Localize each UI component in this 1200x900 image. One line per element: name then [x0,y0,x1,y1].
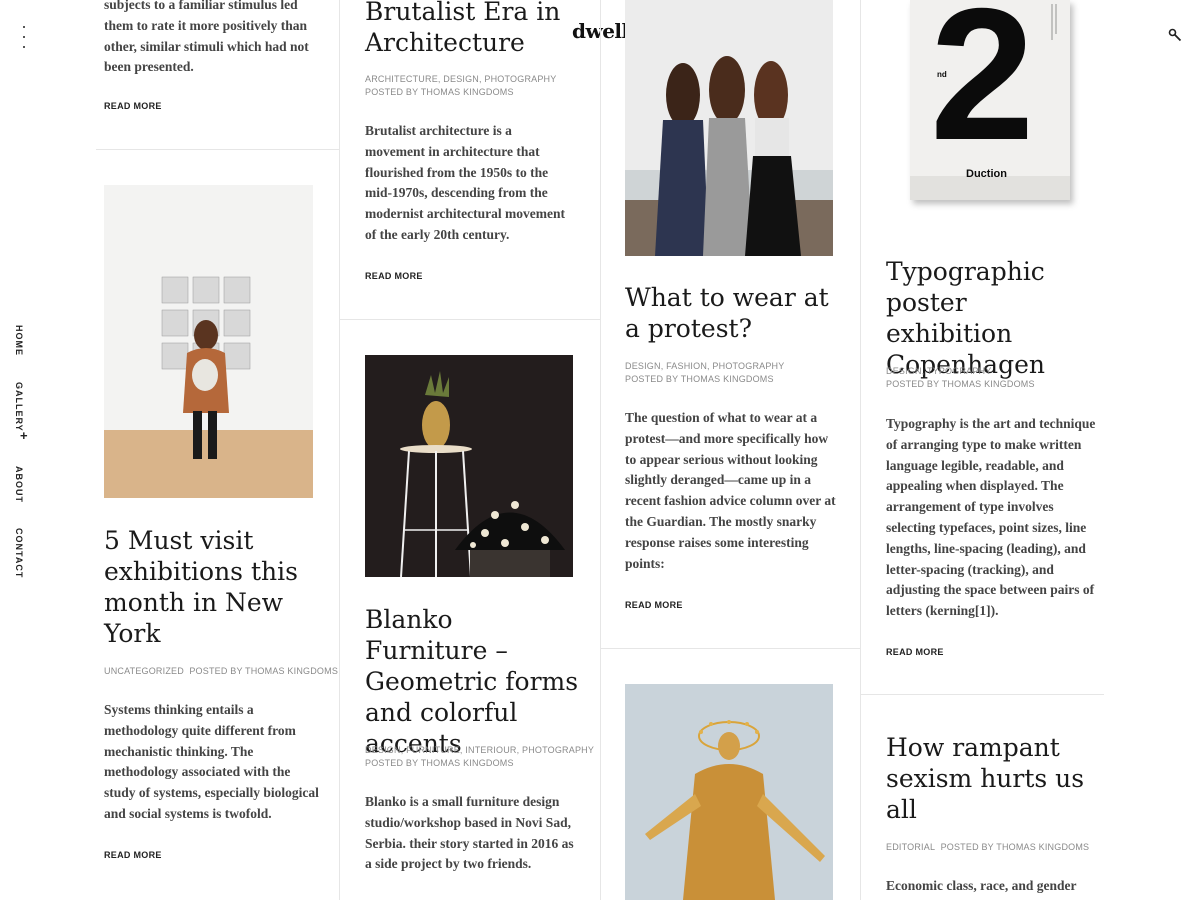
read-more-link[interactable]: READ MORE [365,271,423,281]
post-author: POSTED BY THOMAS KINGDOMS [365,87,514,97]
poster-number: 2 [930,0,1035,179]
post-title[interactable]: How rampant sexism hurts us all [886,732,1096,825]
post-category-link[interactable]: EDITORIAL [886,842,935,852]
post-meta: DESIGN, TYPOGRAPHY POSTED BY THOMAS KING… [886,365,1096,391]
post-image-golden-statue[interactable] [625,684,833,900]
post-excerpt: Typography is the art and technique of a… [886,416,1096,619]
post-image-three-women[interactable] [625,0,833,256]
menu-dots-icon[interactable] [16,26,32,48]
post-excerpt: The question of what to wear at a protes… [625,410,836,571]
row-divider [96,149,339,150]
post-excerpt: Blanko is a small furniture design studi… [365,794,574,872]
column-divider [860,0,861,900]
post-meta: DESIGN, FURNITURE, INTERIOUR, PHOTOGRAPH… [365,744,595,770]
post-author: POSTED BY THOMAS KINGDOMS [940,842,1090,852]
post-meta: ARCHITECTURE, DESIGN, PHOTOGRAPHY POSTED… [365,73,585,99]
post-author: POSTED BY THOMAS KINGDOMS [625,374,774,384]
post-meta: EDITORIAL POSTED BY THOMAS KINGDOMS [886,841,1101,854]
post-title[interactable]: Blanko Furniture – Geometric forms and c… [365,604,580,759]
post-author: POSTED BY THOMAS KINGDOMS [886,379,1035,389]
read-more-link[interactable]: READ MORE [625,600,683,610]
poster-bottom-text: Duction [966,168,1007,180]
post-title[interactable]: 5 Must visit exhibitions this month in N… [104,525,319,649]
poster-small-text: nd [937,70,947,79]
post-categories-link[interactable]: ARCHITECTURE, DESIGN, PHOTOGRAPHY [365,74,556,84]
post-excerpt: Systems thinking entails a methodology q… [104,702,319,821]
post-meta: DESIGN, FASHION, PHOTOGRAPHY POSTED BY T… [625,360,845,386]
column-divider [339,0,340,900]
read-more-link[interactable]: READ MORE [104,101,162,111]
row-divider [340,319,600,320]
post-title[interactable]: Typographic poster exhibition Copenhagen [886,256,1096,380]
post-meta: UNCATEGORIZED POSTED BY THOMAS KINGDOMS [104,665,338,678]
post-excerpt: subjects to a familiar stimulus led them… [104,0,309,75]
nav-home[interactable]: HOME [14,325,24,356]
post-image-gallery-visitor[interactable] [104,185,313,498]
post-excerpt: Brutalist architecture is a movement in … [365,123,565,242]
post-categories-link[interactable]: DESIGN, FURNITURE, INTERIOUR, PHOTOGRAPH… [365,745,594,755]
read-more-link[interactable]: READ MORE [104,850,162,860]
row-divider [601,648,860,649]
post-categories-link[interactable]: DESIGN, FASHION, PHOTOGRAPHY [625,361,784,371]
post-author: POSTED BY THOMAS KINGDOMS [189,666,339,676]
post-category-link[interactable]: UNCATEGORIZED [104,666,184,676]
nav-about[interactable]: ABOUT [14,466,24,503]
row-divider [861,694,1104,695]
post-categories-link[interactable]: DESIGN, TYPOGRAPHY [886,366,991,376]
post-title[interactable]: Brutalist Era in Architecture [365,0,580,58]
nav-gallery[interactable]: GALLERY [14,382,24,432]
post-image-pineapple-stool[interactable] [365,355,573,577]
nav-contact[interactable]: CONTACT [14,528,24,578]
search-icon[interactable] [1168,28,1182,42]
read-more-link[interactable]: READ MORE [886,647,944,657]
gallery-expand-icon[interactable]: + [20,428,28,443]
column-divider [600,0,601,900]
post-author: POSTED BY THOMAS KINGDOMS [365,758,514,768]
post-excerpt: Economic class, race, and gender [886,878,1077,893]
post-title[interactable]: What to wear at a protest? [625,282,840,344]
